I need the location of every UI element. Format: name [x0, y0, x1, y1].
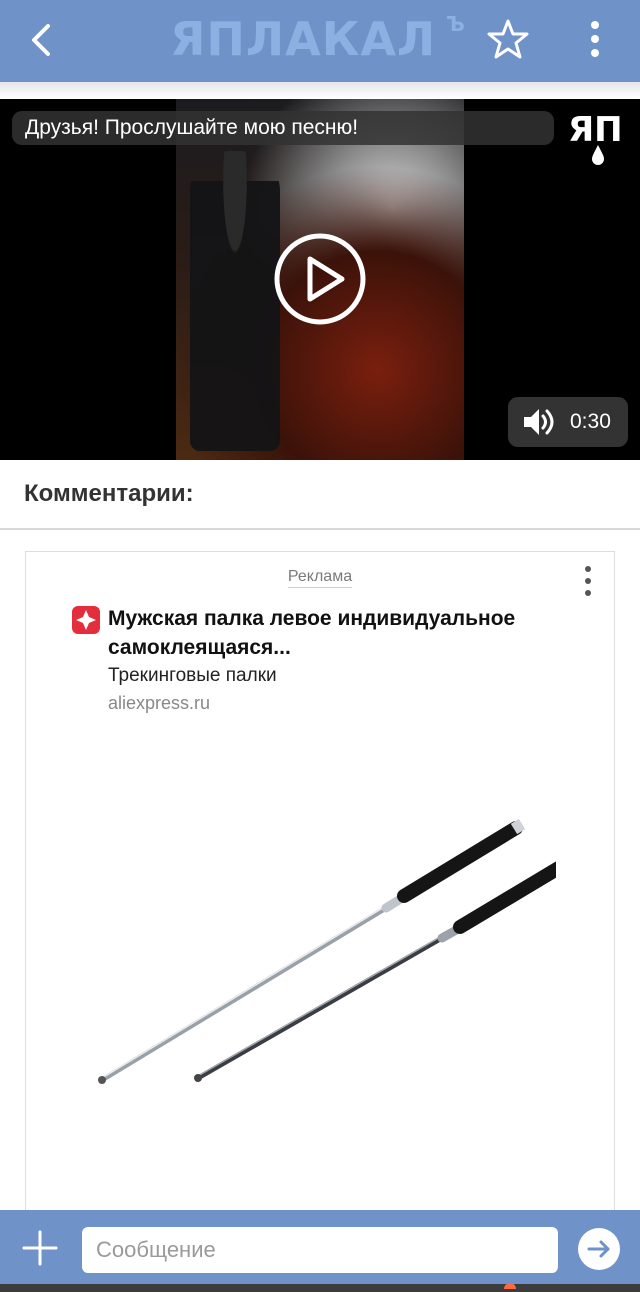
ad-card[interactable]: Реклама Мужская палка левое индивидуальн…	[25, 551, 615, 1251]
divider	[0, 528, 640, 530]
message-input[interactable]	[82, 1227, 558, 1273]
app-bar-shadow	[0, 82, 640, 99]
back-icon[interactable]	[18, 16, 68, 66]
plus-icon[interactable]	[18, 1226, 62, 1270]
ad-product-image[interactable]	[86, 802, 556, 1102]
baton-2	[194, 861, 556, 1082]
star-icon[interactable]	[485, 16, 531, 62]
app-logo-sup: Ъ	[446, 12, 465, 36]
message-composer	[0, 1210, 640, 1292]
yp-watermark-text: ЯП	[568, 110, 623, 150]
baton-1	[98, 818, 526, 1084]
top-app-bar: ЯПЛАКАЛ Ъ	[0, 0, 640, 82]
duration-pill[interactable]: 0:30	[508, 397, 628, 447]
ad-title[interactable]: Мужская палка левое индивидуальное самок…	[108, 604, 578, 662]
play-icon[interactable]	[272, 231, 368, 327]
ad-subtitle: Трекинговые палки	[108, 665, 277, 686]
video-player[interactable]: Друзья! Прослушайте мою песню! ЯП 0:30	[0, 99, 640, 460]
indicator-dot	[504, 1283, 516, 1289]
send-icon[interactable]	[578, 1228, 620, 1270]
ad-label: Реклама	[287, 568, 353, 588]
app-logo[interactable]: ЯПЛАКАЛ	[170, 10, 470, 70]
ad-more-icon[interactable]	[576, 564, 600, 598]
video-duration: 0:30	[570, 410, 611, 433]
volume-icon[interactable]	[522, 406, 556, 438]
video-title: Друзья! Прослушайте мою песню!	[12, 111, 554, 145]
video-thumbnail-person	[190, 151, 280, 451]
ad-domain[interactable]: aliexpress.ru	[108, 693, 210, 714]
more-vert-icon[interactable]	[575, 14, 615, 64]
aliexpress-brand-icon	[72, 606, 100, 634]
system-nav-edge	[0, 1284, 640, 1292]
comments-heading: Комментарии:	[24, 480, 194, 507]
yp-watermark-logo: ЯП	[568, 110, 623, 165]
